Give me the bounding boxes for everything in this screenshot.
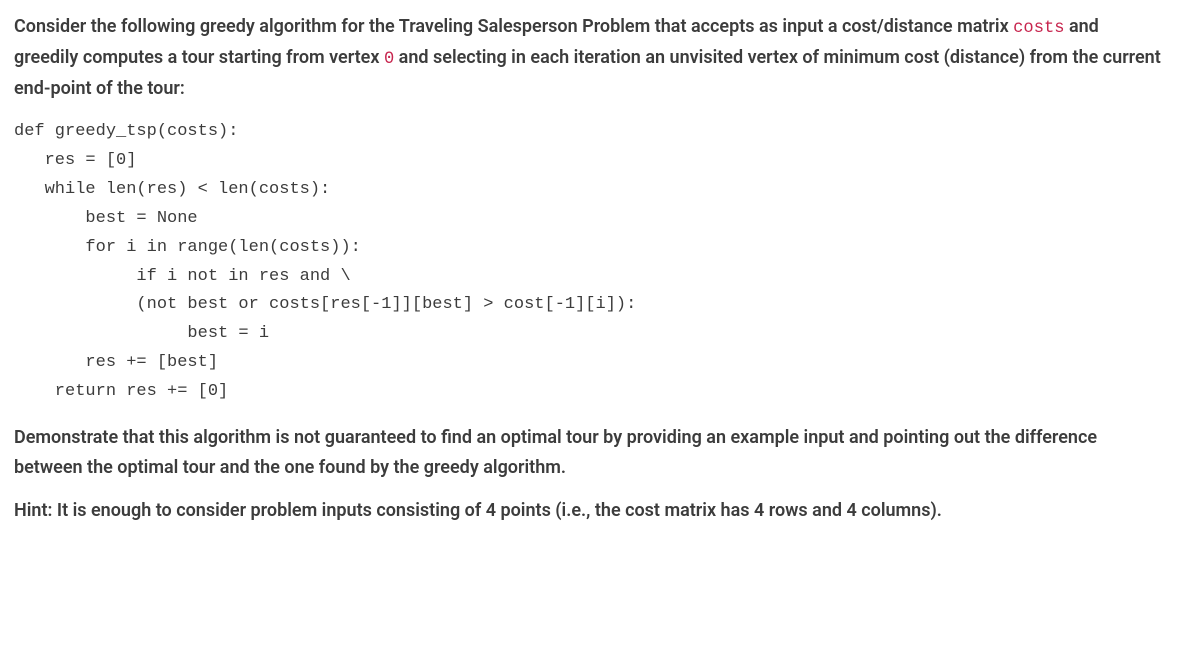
task-paragraph: Demonstrate that this algorithm is not g… xyxy=(14,423,1164,482)
code-block-greedy-tsp: def greedy_tsp(costs): res = [0] while l… xyxy=(14,118,1164,407)
intro-paragraph: Consider the following greedy algorithm … xyxy=(14,12,1164,104)
inline-code-costs: costs xyxy=(1013,19,1064,38)
hint-paragraph: Hint: It is enough to consider problem i… xyxy=(14,496,1164,526)
intro-text-1: Consider the following greedy algorithm … xyxy=(14,16,1013,37)
inline-code-zero: 0 xyxy=(384,50,394,69)
